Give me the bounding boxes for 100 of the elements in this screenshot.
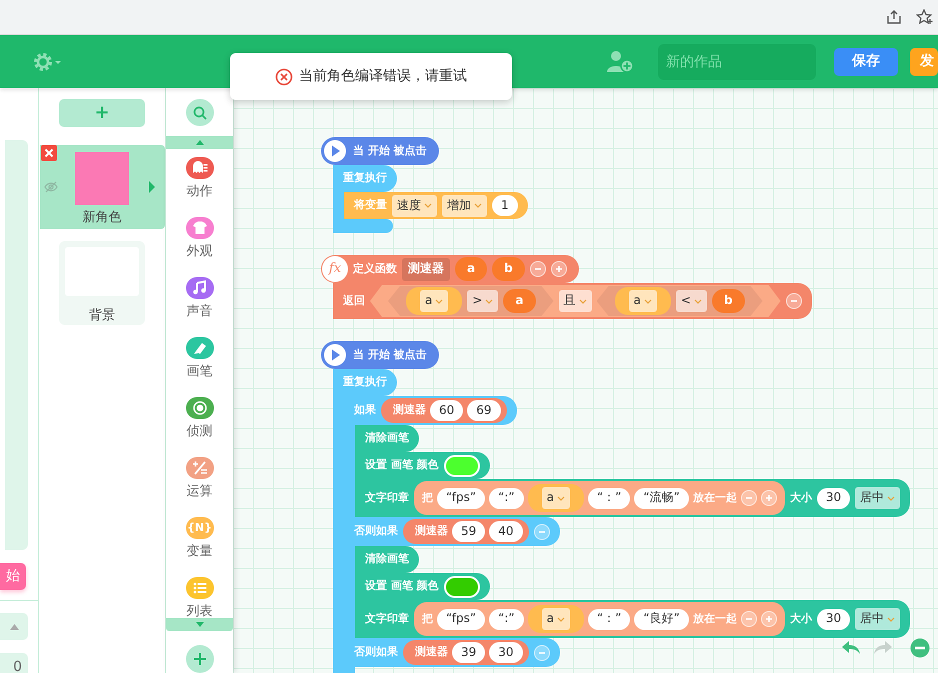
join-reporter[interactable]: 把 “fps” “:” a “：” “流畅” 放在一起	[414, 481, 785, 515]
block-label: 把	[422, 612, 433, 626]
condition-block[interactable]: a > a	[388, 286, 554, 316]
caret-right-icon[interactable]	[148, 181, 154, 193]
number-input[interactable]: 69	[467, 400, 501, 421]
number-input[interactable]: 60	[430, 400, 464, 421]
pen-icon[interactable]	[186, 337, 214, 360]
target-icon[interactable]	[186, 397, 214, 420]
dropdown[interactable]: 居中	[855, 608, 900, 630]
code-block[interactable]: 否则如果 测速器 39 30	[344, 638, 560, 667]
remove-input-button[interactable]	[786, 293, 802, 309]
add-user-icon[interactable]	[606, 50, 634, 74]
search-button[interactable]	[186, 99, 214, 126]
variable-reporter[interactable]: a	[528, 484, 584, 512]
operator-icon[interactable]	[186, 457, 214, 480]
remove-input-button[interactable]	[534, 524, 550, 540]
category-label[interactable]: 侦测	[186, 422, 212, 442]
block-label: 放在一起	[692, 612, 737, 626]
text-input[interactable]: “良好”	[634, 608, 689, 630]
delete-icon[interactable]	[40, 145, 56, 161]
number-input[interactable]: 30	[489, 642, 523, 663]
scroll-up-button[interactable]	[166, 136, 233, 150]
dropdown[interactable]: a	[542, 487, 570, 509]
category-label[interactable]: 外观	[186, 242, 212, 262]
shirt-icon[interactable]	[186, 217, 214, 240]
code-block[interactable]: 将变量 速度 增加 1	[344, 192, 528, 219]
code-block[interactable]: 文字印章 把 “fps” “:” a “：” “流畅” 放在一起 大小 30 居中	[355, 479, 910, 517]
text-input[interactable]: “：”	[588, 488, 630, 508]
code-block[interactable]: 否则如果 测速器 59 40	[344, 517, 560, 546]
dropdown[interactable]: a	[420, 290, 448, 312]
block-label: 当 开始 被点击	[353, 348, 427, 362]
text-input[interactable]: “：”	[588, 608, 630, 630]
block-label: 当 开始 被点击	[353, 144, 427, 158]
category-label[interactable]: 运算	[186, 482, 212, 502]
sprite-card[interactable]: 新角色	[40, 145, 164, 229]
function-call-reporter[interactable]: 测速器 59 40	[403, 519, 529, 544]
number-input[interactable]: 30	[816, 488, 850, 508]
category-label[interactable]: 画笔	[186, 362, 212, 382]
dropdown[interactable]: 速度	[392, 194, 437, 216]
text-input[interactable]: “fps”	[437, 488, 486, 508]
add-input-button[interactable]	[550, 261, 567, 277]
variable-reporter[interactable]: a	[406, 287, 462, 315]
music-note-icon[interactable]	[186, 277, 214, 300]
dropdown[interactable]: 居中	[855, 487, 900, 509]
dropdown[interactable]: 且	[558, 290, 592, 312]
code-block[interactable]: 如果 测速器 60 69	[344, 396, 517, 425]
plus-icon	[192, 652, 206, 666]
category-label[interactable]: 声音	[186, 302, 212, 322]
function-call-reporter[interactable]: 测速器 60 69	[381, 398, 507, 423]
category-label[interactable]: 动作	[186, 182, 212, 202]
settings-icon[interactable]	[33, 52, 63, 72]
code-block[interactable]: 返回 a > a 且 a < b	[333, 283, 812, 319]
text-input[interactable]: “:”	[489, 488, 524, 508]
ghost-icon[interactable]	[186, 157, 214, 180]
number-input[interactable]: 30	[816, 608, 850, 630]
play-icon[interactable]	[322, 342, 348, 368]
category-label[interactable]: 变量	[186, 542, 212, 562]
condition-block[interactable]: a < b	[596, 286, 763, 316]
dropdown[interactable]: 增加	[442, 194, 487, 216]
function-call-reporter[interactable]: 测速器 39 30	[403, 640, 529, 665]
dropdown[interactable]: a	[628, 290, 657, 312]
remove-input-button[interactable]	[530, 261, 546, 277]
counter-field[interactable]: 0	[0, 653, 28, 673]
join-reporter[interactable]: 把 “fps” “:” a “：” “良好” 放在一起	[414, 602, 785, 636]
dropdown[interactable]: <	[676, 290, 707, 312]
caret-icon	[887, 616, 896, 622]
stepper-up[interactable]	[0, 613, 28, 640]
list-icon[interactable]	[186, 577, 214, 600]
remove-input-button[interactable]	[534, 644, 550, 660]
color-swatch[interactable]	[444, 576, 480, 598]
text-input[interactable]: “:”	[489, 608, 524, 630]
variable-reporter[interactable]: a	[528, 605, 584, 633]
number-input[interactable]: 59	[452, 521, 486, 542]
project-name-field[interactable]: 新的作品	[658, 44, 816, 80]
play-icon[interactable]	[322, 138, 348, 164]
number-input[interactable]: 1	[492, 195, 518, 216]
zoom-out-icon[interactable]	[910, 638, 930, 658]
text-input[interactable]: “流畅”	[634, 488, 689, 508]
share-icon[interactable]	[886, 9, 902, 25]
number-input[interactable]: 39	[452, 642, 486, 663]
add-input-button[interactable]	[760, 611, 777, 627]
backdrop-card[interactable]: 背景	[59, 241, 145, 325]
add-input-button[interactable]	[760, 490, 777, 506]
add-extension-button[interactable]	[186, 645, 214, 673]
color-swatch[interactable]	[444, 454, 480, 476]
variable-reporter[interactable]: a	[614, 287, 671, 315]
dropdown[interactable]: a	[542, 608, 570, 630]
remove-input-button[interactable]	[740, 490, 757, 506]
condition-block[interactable]: a > a 且 a < b	[370, 285, 781, 317]
block-foot[interactable]	[333, 219, 393, 233]
block-label: 定义函数	[353, 262, 397, 276]
text-input[interactable]: “fps”	[437, 608, 486, 630]
number-input[interactable]: 40	[489, 521, 523, 542]
star-icon[interactable]	[916, 9, 934, 25]
code-block[interactable]: 文字印章 把 “fps” “:” a “：” “良好” 放在一起 大小 30 居中	[355, 600, 910, 638]
remove-input-button[interactable]	[740, 611, 757, 627]
scroll-down-button[interactable]	[166, 618, 233, 631]
dropdown[interactable]: >	[467, 290, 498, 312]
category-label[interactable]: 列表	[186, 602, 212, 618]
hidden-eye-icon[interactable]	[44, 181, 58, 193]
